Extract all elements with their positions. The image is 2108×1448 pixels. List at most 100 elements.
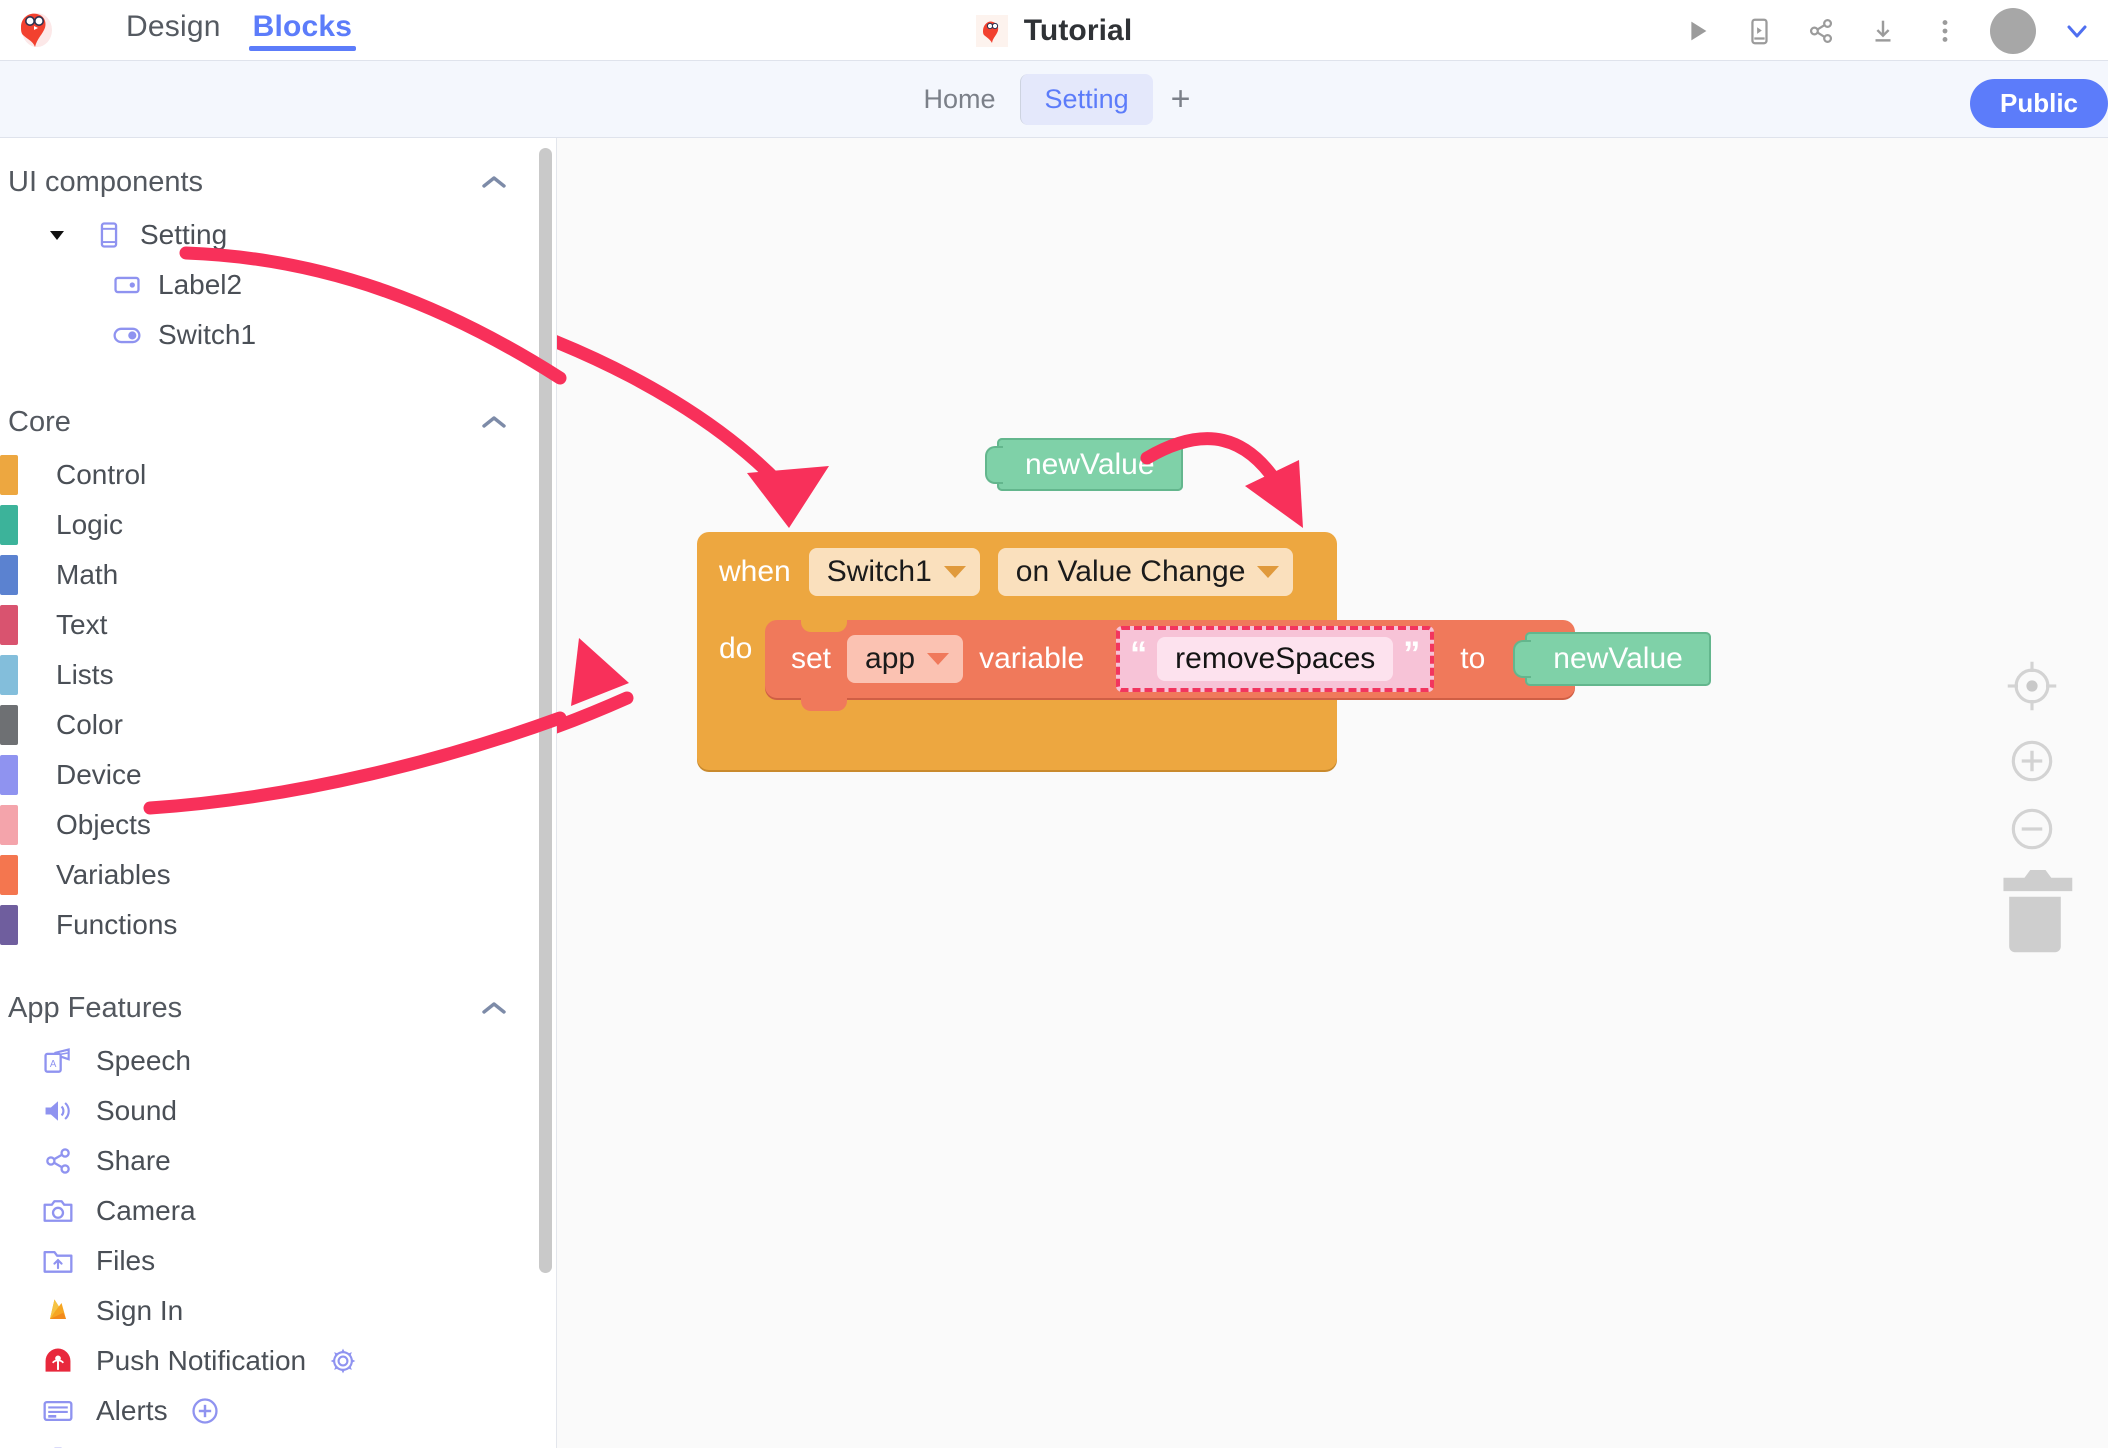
core-category-control-label: Control [56,459,147,490]
section-header-ui-components[interactable]: UI components [0,154,543,210]
feature-files[interactable]: Files [0,1236,543,1286]
core-category-variables[interactable]: Variables [0,850,543,900]
newvalue-floating-label: newValue [997,438,1183,491]
dropdown-arrow-icon [927,653,950,665]
screen-tab-bar: Home Setting + Public [0,61,2108,138]
feature-timers[interactable]: Timers [0,1436,543,1448]
core-category-lists[interactable]: Lists [0,650,543,700]
category-color-swatch [0,705,18,745]
block-newvalue-floating[interactable]: newValue [997,438,1183,491]
chevron-up-icon[interactable] [479,173,509,191]
app-features-list: A Speech Sound Share Camera Files Sign I… [0,1036,543,1448]
share-icon [40,1143,76,1179]
canvas-annotation-arrows [557,335,1303,734]
tree-item-switch1[interactable]: Switch1 [0,310,543,360]
sidebar-scrollbar[interactable] [539,148,552,1273]
blocks-canvas[interactable]: when Switch1 on Value Change do newValue… [557,138,2108,1448]
category-color-swatch [0,855,18,895]
category-color-swatch [0,905,18,945]
open-quote-glyph: “ [1130,635,1148,673]
feature-sound[interactable]: Sound [0,1086,543,1136]
section-header-core[interactable]: Core [0,394,543,450]
plus-circle-icon[interactable] [188,1394,222,1428]
scope-dropdown-app[interactable]: app [847,635,964,683]
project-title: Tutorial [1023,13,1133,47]
scope-dropdown-label: app [865,642,916,675]
push-notification-icon [40,1343,76,1379]
trash-icon[interactable] [1992,866,2078,967]
zoom-out-button[interactable] [2004,801,2060,862]
screen-tab-setting[interactable]: Setting [1019,73,1153,125]
feature-push-notification-label: Push Notification [96,1345,307,1376]
feature-speech[interactable]: A Speech [0,1036,543,1086]
alerts-icon [40,1393,76,1429]
screen-icon [92,218,126,252]
core-category-math[interactable]: Math [0,550,543,600]
block-notch-top [801,619,847,632]
files-icon [40,1243,76,1279]
core-category-color[interactable]: Color [0,700,543,750]
when-block-header: when Switch1 on Value Change [719,548,1294,596]
screen-tab-setting-label: Setting [1044,83,1129,114]
feature-alerts-label: Alerts [96,1395,168,1426]
feature-camera[interactable]: Camera [0,1186,543,1236]
core-category-text[interactable]: Text [0,600,543,650]
download-icon[interactable] [1866,14,1900,48]
event-dropdown-on-value-change[interactable]: on Value Change [997,548,1294,596]
gear-icon[interactable] [326,1344,360,1378]
kebab-menu-icon[interactable] [1928,14,1962,48]
center-canvas-button[interactable] [2004,658,2060,719]
feature-alerts[interactable]: Alerts [0,1386,543,1436]
user-avatar[interactable] [1990,7,2036,54]
block-text-string-removespaces[interactable]: “ removeSpaces ” [1116,626,1435,692]
triangle-down-icon[interactable] [46,224,68,246]
core-category-list: Control Logic Math Text Lists Color Devi… [0,450,543,950]
tab-blocks-label: Blocks [252,10,353,43]
component-dropdown-switch1[interactable]: Switch1 [808,548,980,596]
screen-tab-home-label: Home [923,83,996,114]
play-icon[interactable] [1680,14,1714,48]
screen-tab-home[interactable]: Home [900,74,1020,125]
component-dropdown-label: Switch1 [826,555,932,588]
core-category-objects[interactable]: Objects [0,800,543,850]
feature-speech-label: Speech [96,1045,191,1076]
tree-item-setting[interactable]: Setting [0,210,543,260]
tree-item-label2[interactable]: Label2 [0,260,543,310]
feature-sign-in-label: Sign In [96,1295,184,1326]
dropdown-arrow-icon [943,566,966,578]
account-chevron-down-icon[interactable] [2064,18,2090,44]
core-category-device[interactable]: Device [0,750,543,800]
feature-push-notification[interactable]: Push Notification [0,1336,543,1386]
core-category-functions[interactable]: Functions [0,900,543,950]
block-set-app-variable[interactable]: set app variable “ removeSpaces ” to new… [765,619,1711,711]
add-screen-button[interactable]: + [1153,82,1209,116]
core-category-text-label: Text [56,609,108,640]
share-icon[interactable] [1804,14,1838,48]
block-notch-bottom [801,697,847,711]
core-category-lists-label: Lists [56,659,114,690]
variable-name-input[interactable]: removeSpaces [1157,637,1394,681]
tab-blocks[interactable]: Blocks [237,0,369,51]
close-quote-glyph: ” [1403,635,1421,673]
section-header-app-features[interactable]: App Features [0,980,543,1036]
core-category-logic[interactable]: Logic [0,500,543,550]
set-keyword: set [791,642,832,675]
category-color-swatch [0,555,18,595]
zoom-in-button[interactable] [2004,733,2060,794]
main-nav-tabs: Design Blocks [110,0,368,61]
thunkable-bird-logo-icon[interactable] [13,7,59,53]
chevron-up-icon[interactable] [479,413,509,431]
top-actions [1680,0,2090,61]
feature-sign-in[interactable]: Sign In [0,1286,543,1336]
mobile-preview-icon[interactable] [1742,14,1776,48]
app-thumbnail-icon [975,14,1008,47]
dropdown-arrow-icon [1257,566,1280,578]
core-category-control[interactable]: Control [0,450,543,500]
block-newvalue-plugged[interactable]: newValue [1525,632,1711,686]
plus-circle-icon[interactable] [201,1444,235,1448]
feature-share[interactable]: Share [0,1136,543,1186]
chevron-up-icon[interactable] [479,999,509,1017]
visibility-public-button[interactable]: Public [1969,79,2108,128]
section-title-core: Core [8,405,71,438]
tab-design[interactable]: Design [110,0,237,44]
